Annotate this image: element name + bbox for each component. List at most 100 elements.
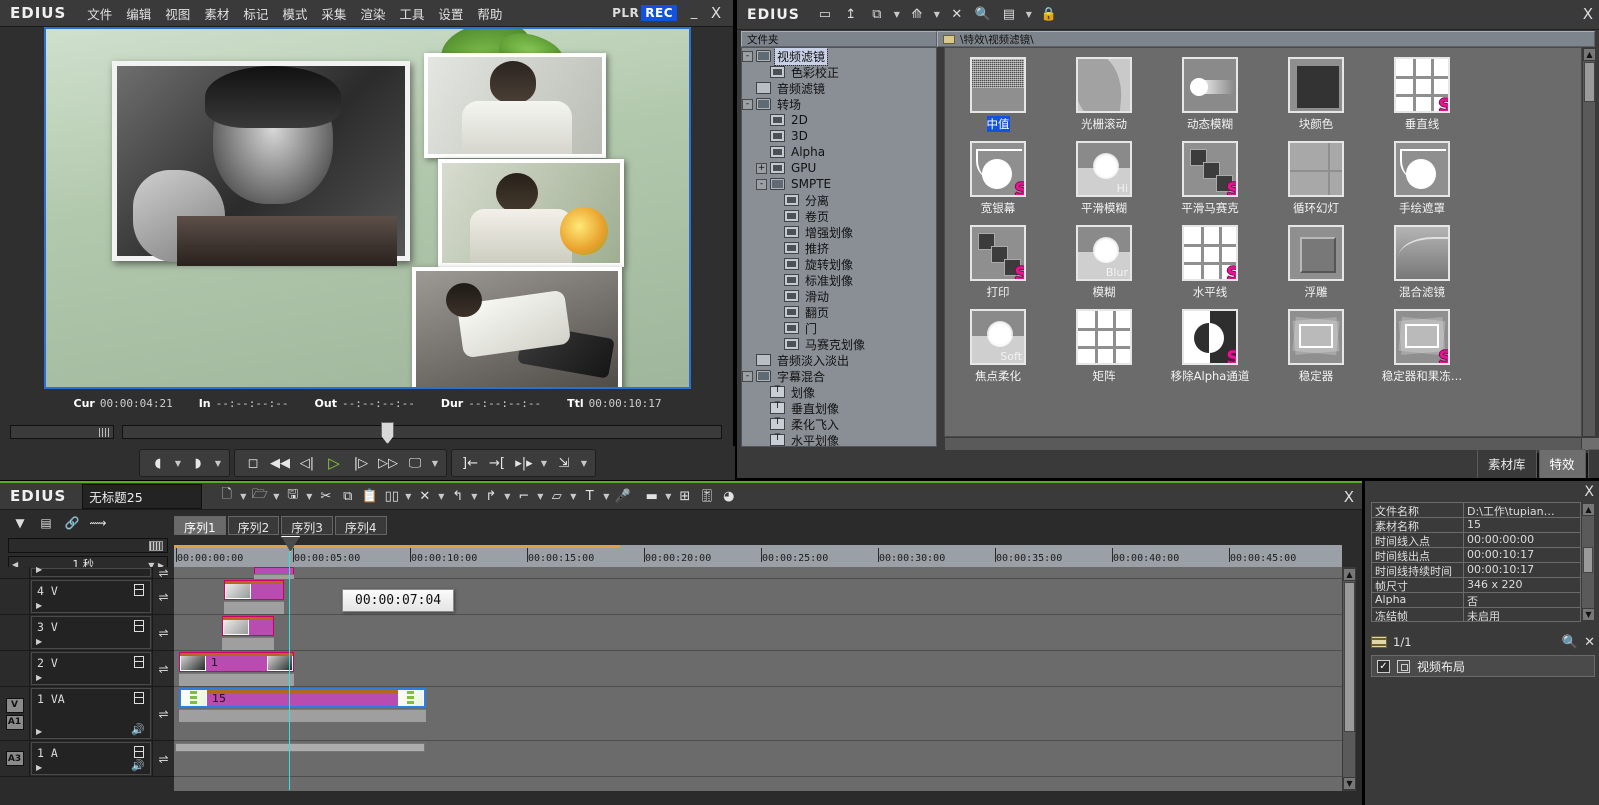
export-dropdown-icon[interactable]: ▼ — [579, 459, 589, 468]
timeline-clip[interactable]: 1 — [179, 652, 294, 672]
play-icon[interactable]: ▷ — [322, 452, 346, 474]
track-lane[interactable]: 15 — [174, 687, 1342, 741]
track-mixer-icon[interactable]: ⇌ — [152, 741, 174, 776]
delete-filter-icon[interactable]: ✕ — [1584, 635, 1595, 650]
applied-effect-row[interactable]: ✓ 视频布局 — [1371, 655, 1595, 677]
clip-mixer-bar[interactable] — [224, 601, 284, 614]
sequence-tab[interactable]: 序列2 — [228, 516, 280, 535]
add-file-dropdown-icon[interactable]: ▼ — [932, 10, 942, 19]
timeline-clip[interactable] — [222, 616, 274, 636]
tree-node[interactable]: 水平划像 — [742, 432, 936, 447]
track-speaker-icon[interactable]: 🔊 — [131, 759, 145, 772]
fast-forward-icon[interactable]: ▷▷ — [376, 452, 400, 474]
effect-item[interactable]: 矩阵 — [1051, 309, 1157, 384]
effect-item[interactable]: S平滑马赛克 — [1157, 141, 1263, 216]
effect-item[interactable]: 浮雕 — [1263, 225, 1369, 300]
clip-mixer-bar[interactable] — [222, 637, 274, 650]
tree-node[interactable]: 分离 — [742, 192, 936, 208]
tree-node[interactable]: 3D — [742, 128, 936, 144]
mark-in-dropdown-icon[interactable]: ▼ — [173, 459, 183, 468]
redo-icon[interactable]: ↰ — [447, 486, 468, 507]
timecode-duration-value[interactable]: --:--:--:-- — [468, 397, 541, 410]
plr-label[interactable]: PLR — [612, 6, 639, 20]
track-header[interactable]: 2 V▶⇌ — [0, 651, 174, 687]
menu-item-help[interactable]: 帮助 — [470, 0, 509, 27]
grid-vertical-scrollbar[interactable]: ▲ — [1582, 47, 1596, 437]
menu-item-mode[interactable]: 模式 — [275, 0, 314, 27]
add-transition-icon[interactable]: ⌐ — [513, 486, 534, 507]
info-close-icon[interactable]: X — [1584, 484, 1594, 500]
effect-item[interactable]: 动态模糊 — [1157, 57, 1263, 132]
tree-node[interactable]: 门 — [742, 320, 936, 336]
effects-grid[interactable]: 中值光栅滚动动态模糊块颜色S垂直线S宽银幕Hi平滑模糊S平滑马赛克循环幻灯手绘遮… — [944, 47, 1582, 437]
bin-tab[interactable]: 特效 — [1539, 449, 1586, 478]
effect-item[interactable]: S垂直线 — [1369, 57, 1475, 132]
mark-in-icon[interactable]: ◖ — [146, 452, 170, 474]
up-folder-icon[interactable]: ↥ — [840, 4, 862, 26]
timeline-scroll-up-icon[interactable]: ▲ — [1343, 568, 1356, 581]
sequence-tab[interactable]: 序列1 — [174, 516, 226, 535]
track-header[interactable]: VA11 VA▶🔊⇌ — [0, 687, 174, 741]
tree-node[interactable]: 推挤 — [742, 240, 936, 256]
timeline-scroll-thumb[interactable] — [1344, 582, 1355, 732]
audio-enable-toggle[interactable]: A1 — [6, 715, 24, 730]
view-mode-icon[interactable]: ▤ — [998, 4, 1020, 26]
track-mixer-icon[interactable]: ⇌ — [152, 579, 174, 614]
menu-item-settings[interactable]: 设置 — [431, 0, 470, 27]
add-clip-icon[interactable]: ⧉ — [866, 4, 888, 26]
track-record-icon[interactable] — [134, 746, 144, 758]
cut-icon[interactable]: ✂ — [315, 486, 336, 507]
timecode-total-value[interactable]: 00:00:10:17 — [589, 397, 662, 410]
tree-node[interactable]: 2D — [742, 112, 936, 128]
render-icon[interactable]: ◕ — [718, 486, 739, 507]
timeline-hscroll-thumb[interactable] — [175, 743, 425, 752]
redo-dropdown-icon[interactable]: ▼ — [469, 492, 479, 501]
timeline-clip[interactable]: 15 — [179, 688, 426, 708]
track-mixer-icon[interactable]: ⇌ — [152, 615, 174, 650]
export-icon[interactable]: ⇲ — [552, 452, 576, 474]
tree-node[interactable]: 增强划像 — [742, 224, 936, 240]
timeline-vertical-scrollbar[interactable]: ▲ ▼ — [1342, 567, 1356, 791]
mark-out-icon[interactable]: ◗ — [186, 452, 210, 474]
track-lane[interactable] — [174, 615, 1342, 651]
sequence-tab[interactable]: 序列3 — [281, 516, 333, 535]
effect-item[interactable]: Soft焦点柔化 — [945, 309, 1051, 384]
audio-enable-toggle[interactable]: A3 — [6, 751, 24, 766]
tree-node[interactable]: 滑动 — [742, 288, 936, 304]
delete-icon[interactable]: ✕ — [946, 4, 968, 26]
clip-mixer-bar[interactable] — [179, 709, 426, 722]
tree-node[interactable]: 标准划像 — [742, 272, 936, 288]
effect-item[interactable]: 混合滤镜 — [1369, 225, 1475, 300]
info-scroll-up-icon[interactable]: ▲ — [1582, 503, 1595, 516]
tree-node[interactable]: -字幕混合 — [742, 368, 936, 384]
add-transition-dropdown-icon[interactable]: ▼ — [535, 492, 545, 501]
info-scroll-down-icon[interactable]: ▼ — [1582, 608, 1595, 621]
bin-tab[interactable]: 素材库 — [1477, 449, 1537, 478]
menu-item-clip[interactable]: 素材 — [197, 0, 236, 27]
timeline-zoom-slider[interactable] — [8, 538, 168, 553]
mark-out-dropdown-icon[interactable]: ▼ — [213, 459, 223, 468]
track-record-icon[interactable] — [134, 692, 144, 704]
add-filter-icon[interactable]: 🔍 — [1562, 635, 1578, 650]
tree-expander-icon[interactable]: - — [742, 371, 753, 382]
copy-icon[interactable]: ⧉ — [337, 486, 358, 507]
timeline-horizontal-scrollbar[interactable] — [174, 742, 1342, 754]
info-scroll-thumb[interactable] — [1583, 547, 1593, 573]
track-body[interactable]: 1 A▶🔊 — [31, 742, 151, 775]
minimize-icon[interactable]: _ — [685, 4, 703, 22]
menu-item-render[interactable]: 渲染 — [353, 0, 392, 27]
search-icon[interactable]: 🔍 — [972, 4, 994, 26]
bin-close-icon[interactable]: X — [1583, 5, 1593, 23]
tree-node[interactable]: Alpha — [742, 144, 936, 160]
tree-node[interactable]: 垂直划像 — [742, 400, 936, 416]
tree-expander-icon[interactable]: - — [756, 179, 767, 190]
new-project-icon[interactable]: 🗋 — [216, 486, 237, 507]
menu-item-tools[interactable]: 工具 — [392, 0, 431, 27]
track-speaker-icon[interactable]: 🔊 — [131, 723, 145, 736]
track-body[interactable]: 2 V▶ — [31, 652, 151, 685]
bin-folder-tree[interactable]: -视频滤镜色彩校正音频滤镜-转场2D3DAlpha+GPU-SMPTE分离卷页增… — [741, 47, 937, 447]
ripple-delete-icon[interactable]: ▯▯ — [381, 486, 402, 507]
set-out-icon[interactable]: →[ — [485, 452, 509, 474]
scrubber-handle[interactable] — [381, 422, 394, 444]
mixer-icon[interactable]: 🎚 — [696, 486, 717, 507]
